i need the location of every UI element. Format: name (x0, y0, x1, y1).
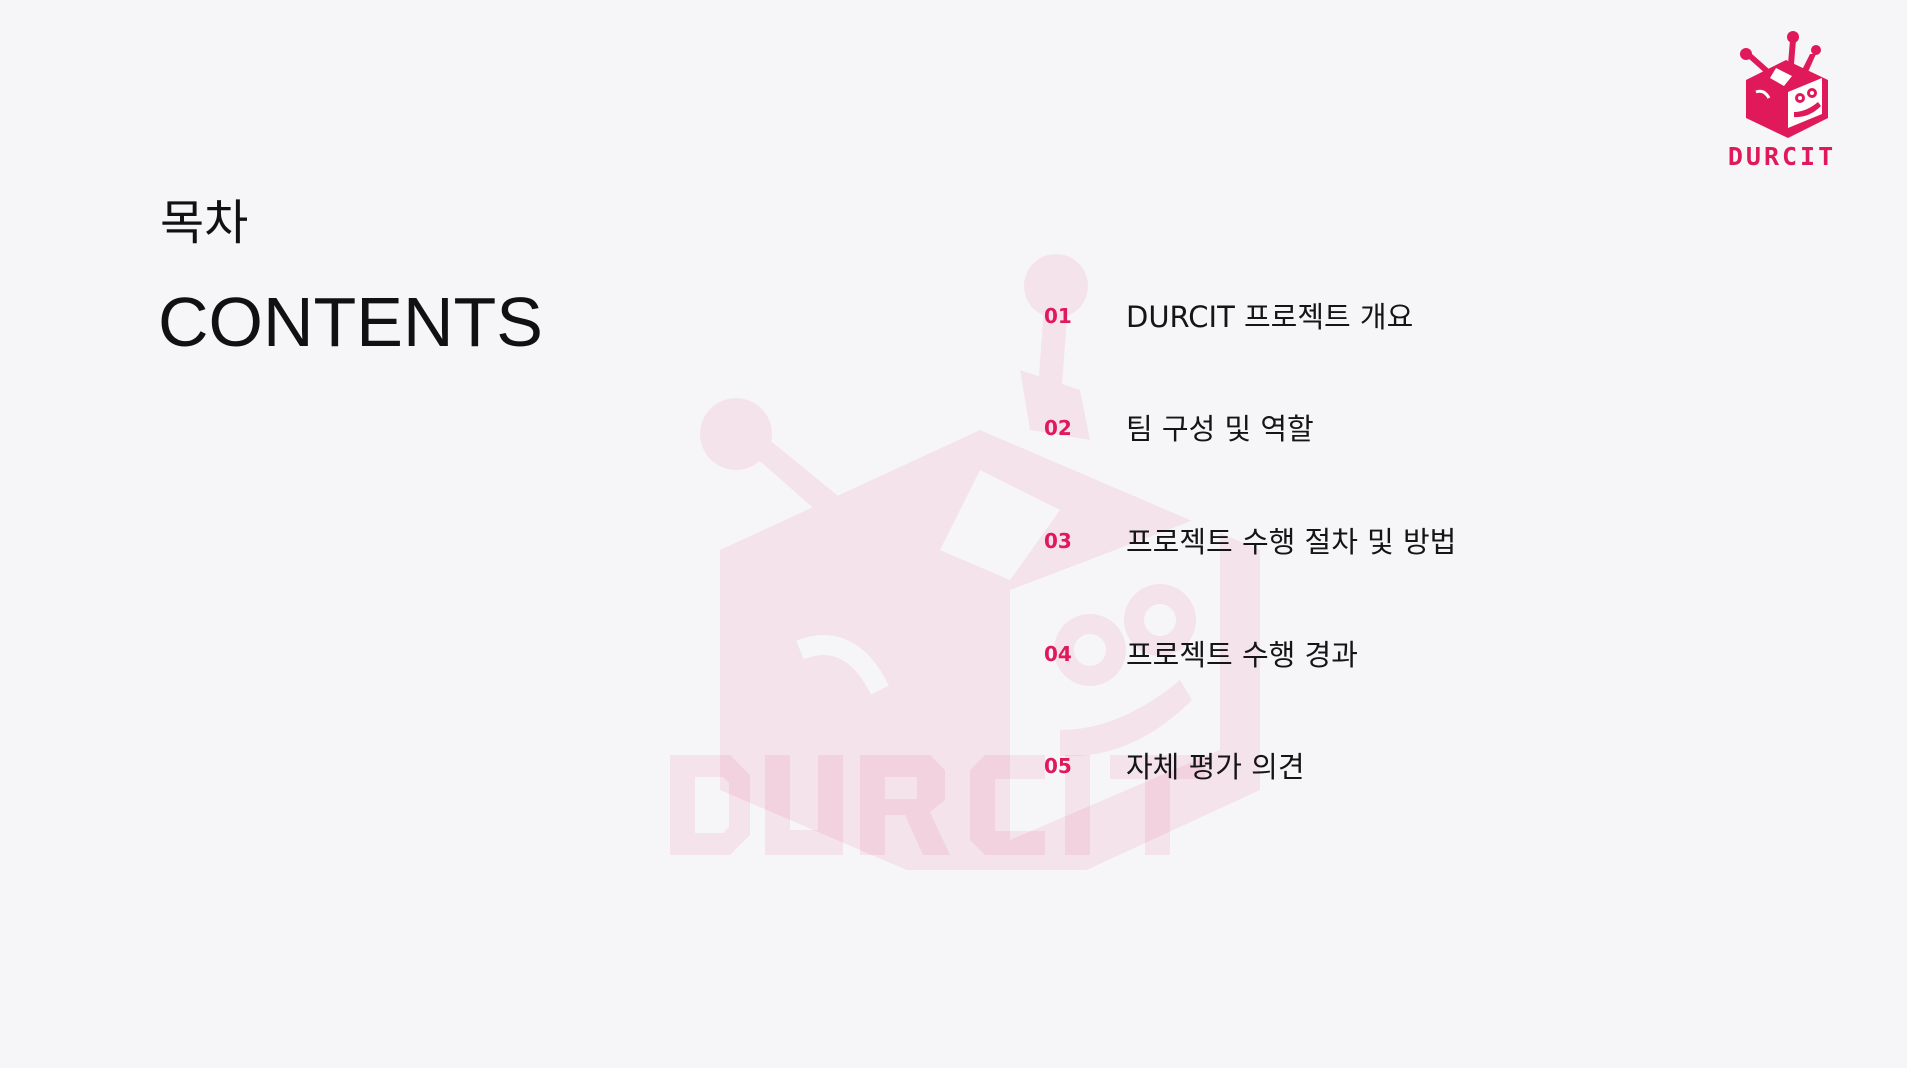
contents-item[interactable]: 01 DURCIT 프로젝트 개요 (1044, 290, 1544, 340)
contents-item[interactable]: 04 프로젝트 수행 경과 (1044, 628, 1544, 678)
contents-item-number: 02 (1044, 416, 1072, 440)
contents-item-label: DURCIT 프로젝트 개요 (1126, 300, 1414, 334)
contents-item[interactable]: 03 프로젝트 수행 절차 및 방법 (1044, 515, 1544, 565)
page-title-english: CONTENTS (158, 283, 543, 361)
contents-item-number: 04 (1044, 642, 1072, 666)
contents-item-number: 01 (1044, 304, 1072, 328)
contents-item-label: 자체 평가 의견 (1126, 750, 1305, 784)
durcit-logo: DURCIT (1714, 28, 1850, 178)
contents-item-label: 프로젝트 수행 경과 (1126, 638, 1358, 672)
slide: DURCIT 목차 CONTENTS 01 DURCIT 프로젝트 개요 02 … (0, 0, 1907, 1068)
contents-item-number: 03 (1044, 529, 1072, 553)
contents-item[interactable]: 05 자체 평가 의견 (1044, 740, 1544, 790)
contents-item-label: 프로젝트 수행 절차 및 방법 (1126, 525, 1457, 559)
brand-wordmark: DURCIT (1727, 142, 1837, 171)
contents-item-label: 팀 구성 및 역할 (1126, 412, 1314, 446)
contents-item[interactable]: 02 팀 구성 및 역할 (1044, 402, 1544, 452)
page-title-korean: 목차 (160, 195, 249, 251)
robot-box-icon (1738, 28, 1828, 138)
contents-item-number: 05 (1044, 754, 1072, 778)
